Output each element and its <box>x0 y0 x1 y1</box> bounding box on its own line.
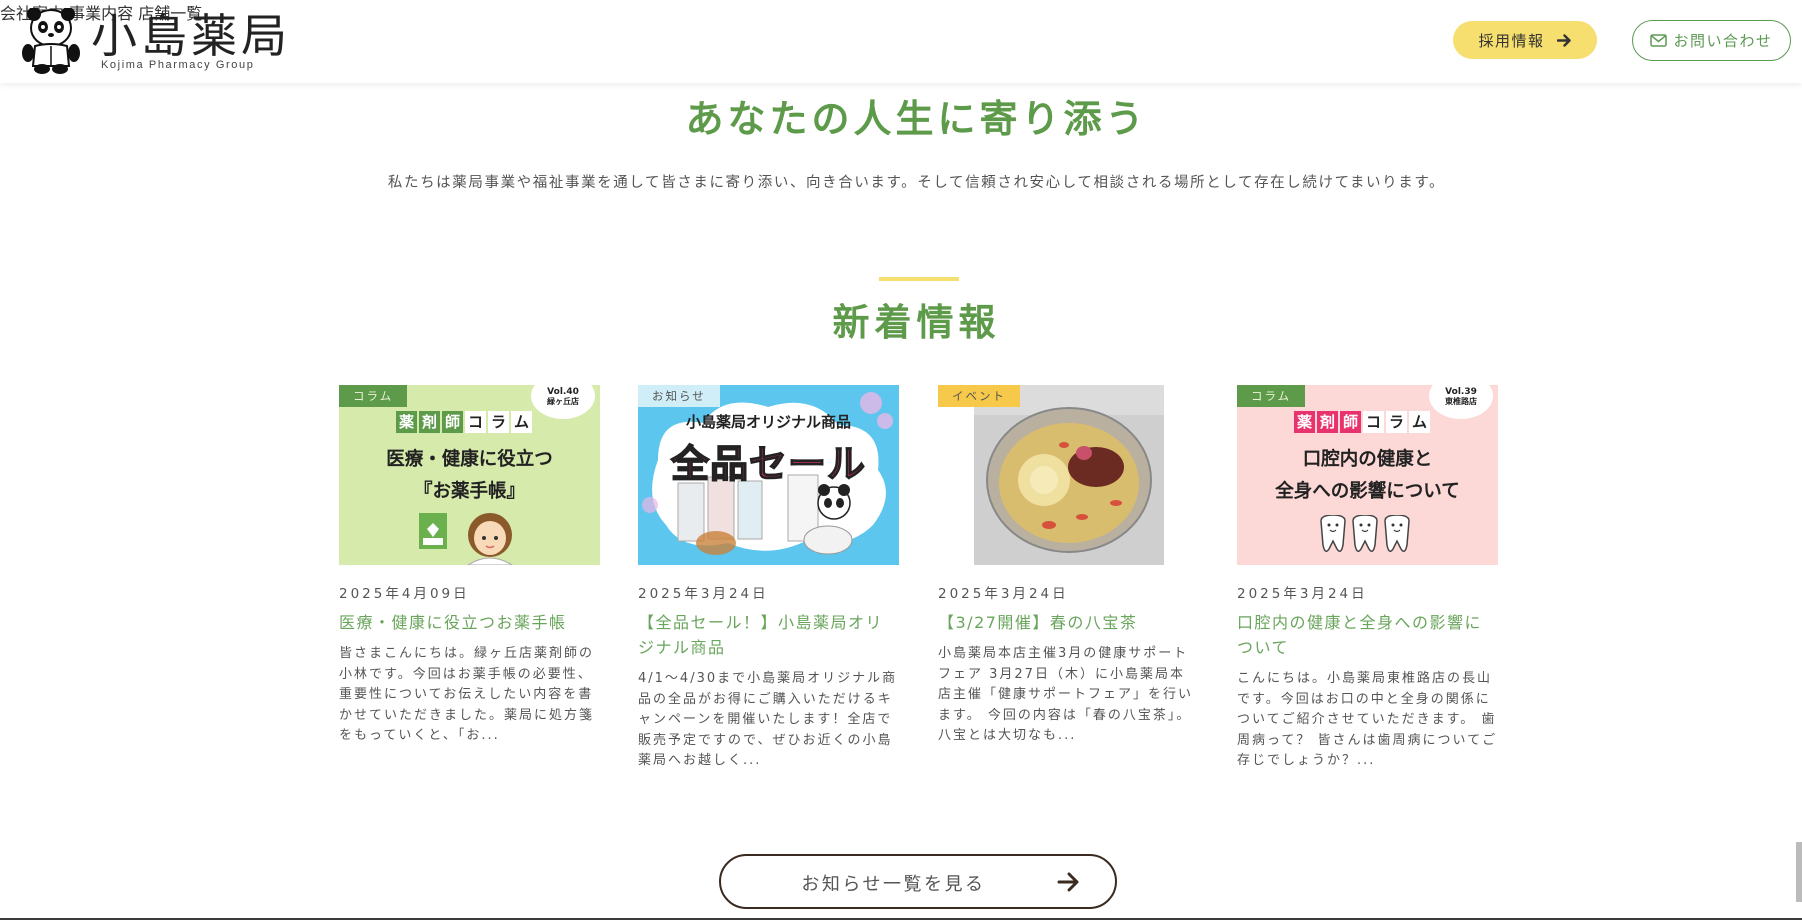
category-tag: お知らせ <box>638 385 720 407</box>
thumbnail-subheadline: 『お薬手帳』 <box>413 481 525 502</box>
card-date: 2025年3月24日 <box>938 586 1069 602</box>
column-char: 師 <box>1340 411 1361 433</box>
section-divider <box>879 277 959 281</box>
card-date: 2025年3月24日 <box>1237 586 1368 602</box>
thumbnail-headline: 医療・健康に役立つ <box>386 449 553 470</box>
logo-subtitle: Kojima Pharmacy Group <box>101 59 255 71</box>
news-card[interactable]: コラム Vol.40 緑ヶ丘店 薬 剤 師 コ ラ ム 医療・健康に役立つ 『お… <box>339 385 600 747</box>
column-heading: 薬 剤 師 コ ラ ム <box>1294 411 1430 433</box>
vol-number: Vol.40 <box>547 387 579 397</box>
card-title-link[interactable]: 【全品セール！】小島薬局オリジナル商品 <box>638 610 899 660</box>
hero-text: 私たちは薬局事業や福祉事業を通して皆さまに寄り添い、向き合います。そして信頼され… <box>387 175 1446 191</box>
card-title-link[interactable]: 医療・健康に役立つお薬手帳 <box>339 610 600 635</box>
card-title-link[interactable]: 口腔内の健康と全身への影響について <box>1237 610 1498 660</box>
vol-badge: Vol.40 緑ヶ丘店 <box>531 385 595 419</box>
card-excerpt: こんにちは。小島薬局東椎路店の長山です。今回はお口の中と全身の関係についてご紹介… <box>1237 671 1498 768</box>
mail-icon <box>1650 34 1668 47</box>
card-excerpt: 4/1～4/30まで小島薬局オリジナル商品の全品がお得にご購入いただけるキャンペ… <box>638 671 898 768</box>
column-char: 薬 <box>1294 411 1315 433</box>
logo-title: 小島薬局 <box>91 9 291 63</box>
thumbnail-headline: 小島薬局オリジナル商品 <box>685 413 851 431</box>
news-thumbnail[interactable]: お知らせ 小島薬局オリジナル商品 全品セール <box>638 385 899 565</box>
category-tag: イベント <box>938 385 1020 407</box>
card-date: 2025年4月09日 <box>339 586 470 602</box>
column-char: コ <box>465 411 486 433</box>
contact-button[interactable]: お問い合わせ <box>1632 20 1791 61</box>
news-thumbnail[interactable]: イベント <box>938 385 1199 565</box>
sale-headline: 全品セール <box>670 441 866 487</box>
card-excerpt: 皆さまこんにちは。緑ヶ丘店薬剤師の小林です。今回はお薬手帳の必要性、重要性につい… <box>339 646 595 743</box>
vol-store: 東椎路店 <box>1445 397 1477 406</box>
scrollbar-thumb[interactable] <box>1796 842 1802 902</box>
column-char: ム <box>1409 411 1430 433</box>
category-tag: コラム <box>339 385 408 407</box>
column-char: コ <box>1363 411 1384 433</box>
column-char: ム <box>511 411 532 433</box>
site-logo[interactable]: 小島薬局 Kojima Pharmacy Group <box>21 8 287 74</box>
recruit-button[interactable]: 採用情報 <box>1453 21 1597 59</box>
pharmacist-illustration-icon <box>419 513 513 565</box>
column-char: 薬 <box>396 411 417 433</box>
news-thumbnail[interactable]: コラム Vol.40 緑ヶ丘店 薬 剤 師 コ ラ ム 医療・健康に役立つ 『お… <box>339 385 600 565</box>
tea-bowl-photo-icon <box>974 385 1164 565</box>
hero-title: あなたの人生に寄り添う <box>685 97 1148 141</box>
thumbnail-headline: 口腔内の健康と <box>1302 449 1433 470</box>
view-all-news-label: お知らせ一覧を見る <box>801 874 986 895</box>
column-char: 剤 <box>419 411 440 433</box>
recruit-label: 採用情報 <box>1478 31 1545 50</box>
arrow-right-icon <box>1556 33 1571 47</box>
news-card[interactable]: お知らせ 小島薬局オリジナル商品 全品セール 2025年3月24日 【全品セール… <box>638 385 899 772</box>
card-title-link[interactable]: 【3/27開催】春の八宝茶 <box>938 610 1199 635</box>
vol-badge: Vol.39 東椎路店 <box>1429 385 1493 419</box>
column-char: 師 <box>442 411 463 433</box>
news-card[interactable]: イベント 2025年3月24日 【3/27開催】春の八宝茶 小島薬局本店主催3月… <box>938 385 1199 747</box>
column-char: ラ <box>488 411 509 433</box>
column-heading: 薬 剤 師 コ ラ ム <box>396 411 532 433</box>
card-date: 2025年3月24日 <box>638 586 769 602</box>
contact-label: お問い合わせ <box>1673 32 1773 50</box>
column-char: ラ <box>1386 411 1407 433</box>
thumbnail-subheadline: 全身への影響について <box>1275 481 1460 502</box>
vol-store: 緑ヶ丘店 <box>547 397 579 406</box>
column-char: 剤 <box>1317 411 1338 433</box>
arrow-right-icon <box>1057 872 1079 892</box>
teeth-illustration-icon <box>1320 515 1410 552</box>
card-excerpt: 小島薬局本店主催3月の健康サポートフェア 3月27日（木）に小島薬局本店主催「健… <box>938 646 1194 743</box>
panda-mascot-icon <box>22 8 80 74</box>
news-section-title: 新着情報 <box>832 301 1001 344</box>
news-card[interactable]: コラム Vol.39 東椎路店 薬 剤 師 コ ラ ム 口腔内の健康と 全身への… <box>1237 385 1498 772</box>
news-thumbnail[interactable]: コラム Vol.39 東椎路店 薬 剤 師 コ ラ ム 口腔内の健康と 全身への… <box>1237 385 1498 565</box>
category-tag: コラム <box>1237 385 1306 407</box>
site-header: 小島薬局 Kojima Pharmacy Group 会社案内 事業内容 店舗一… <box>0 0 1802 83</box>
view-all-news-button[interactable]: お知らせ一覧を見る <box>719 854 1117 909</box>
vol-number: Vol.39 <box>1445 387 1477 397</box>
